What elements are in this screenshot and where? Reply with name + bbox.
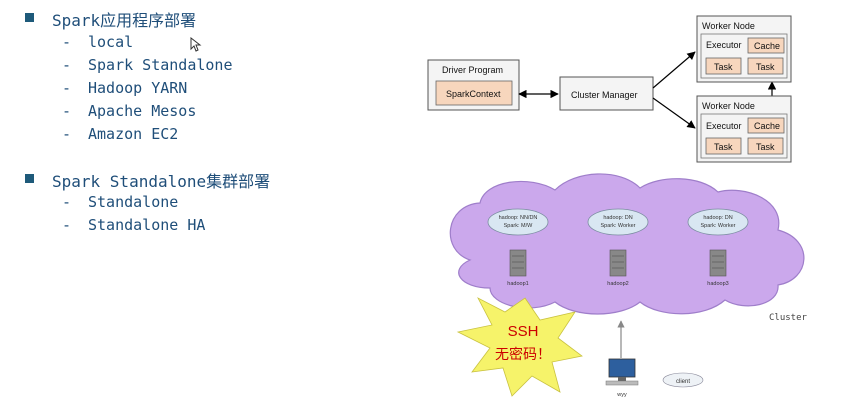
worker-node-box: Worker Node Executor Cache Task Task <box>696 15 792 83</box>
svg-text:Worker Node: Worker Node <box>702 101 755 111</box>
svg-text:hadoop: NN/DN: hadoop: NN/DN <box>499 215 538 221</box>
svg-text:Spark: Worker: Spark: Worker <box>700 223 735 229</box>
svg-text:wyy: wyy <box>616 392 627 398</box>
svg-text:hadoop2: hadoop2 <box>607 281 628 287</box>
node-label: hadoop: DN Spark: Worker <box>687 208 749 236</box>
cluster-label: Cluster <box>769 313 808 323</box>
cluster-cloud <box>449 173 805 315</box>
cluster-manager-box: Cluster Manager <box>559 76 654 111</box>
svg-text:hadoop1: hadoop1 <box>507 281 528 287</box>
svg-text:Executor: Executor <box>706 40 742 50</box>
node-label: hadoop: NN/DN Spark: M/W <box>487 208 549 236</box>
spark-context-label: SparkContext <box>446 89 501 99</box>
cluster-manager-label: Cluster Manager <box>571 90 638 100</box>
svg-text:client: client <box>676 379 690 385</box>
server-icon: hadoop1 <box>507 249 529 287</box>
svg-text:Task: Task <box>714 142 733 152</box>
svg-text:hadoop: DN: hadoop: DN <box>603 215 632 221</box>
svg-text:hadoop: DN: hadoop: DN <box>703 215 732 221</box>
server-icon: hadoop3 <box>707 249 729 287</box>
svg-text:Spark: M/W: Spark: M/W <box>504 223 534 229</box>
svg-text:hadoop3: hadoop3 <box>707 281 728 287</box>
driver-program-box: Driver Program SparkContext <box>427 59 520 111</box>
architecture-diagram: Driver Program SparkContext Cluster Mana… <box>427 15 808 398</box>
svg-text:Task: Task <box>756 62 775 72</box>
computer-icon: wyy <box>605 358 639 398</box>
svg-text:Cache: Cache <box>754 121 780 131</box>
svg-text:Spark: Worker: Spark: Worker <box>600 223 635 229</box>
driver-program-label: Driver Program <box>442 65 503 75</box>
svg-text:Cache: Cache <box>754 41 780 51</box>
svg-text:Task: Task <box>714 62 733 72</box>
worker-node-box: Worker Node Executor Cache Task Task <box>696 95 792 163</box>
svg-text:Worker Node: Worker Node <box>702 21 755 31</box>
client-label: client <box>662 372 704 388</box>
svg-text:Executor: Executor <box>706 121 742 131</box>
node-label: hadoop: DN Spark: Worker <box>587 208 649 236</box>
ssh-starburst: SSH 无密码！ <box>456 297 583 397</box>
svg-text:Task: Task <box>756 142 775 152</box>
server-icon: hadoop2 <box>607 249 629 287</box>
ssh-label: SSH <box>508 323 539 340</box>
ssh-passwordless-label: 无密码！ <box>495 346 551 363</box>
